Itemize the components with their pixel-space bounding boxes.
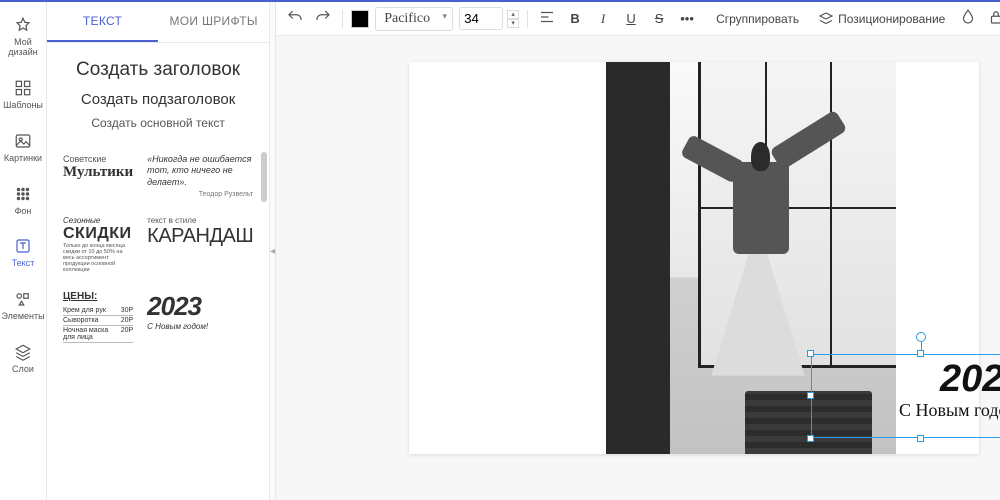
canvas-area: Pacifico ▴ ▾ B I U S ••• Сгруппировать П… bbox=[276, 2, 1000, 500]
preset-main: Карандаш bbox=[147, 225, 253, 248]
photo-figure bbox=[693, 133, 826, 376]
rail-label: Картинки bbox=[4, 154, 42, 164]
rail-layers[interactable]: Слои bbox=[0, 335, 46, 382]
create-body[interactable]: Создать основной текст bbox=[61, 116, 255, 130]
rail-my-design[interactable]: Мой дизайн bbox=[0, 8, 46, 65]
panel-body: Создать заголовок Создать подзаголовок С… bbox=[47, 43, 269, 500]
collapse-panel-button[interactable]: ◂ bbox=[270, 246, 275, 257]
layers-icon bbox=[13, 342, 33, 362]
font-size-input[interactable] bbox=[459, 7, 503, 30]
text-color-swatch[interactable] bbox=[351, 10, 369, 28]
preset-top: текст в стиле bbox=[147, 216, 253, 225]
separator bbox=[342, 10, 343, 28]
rail-label: Мой дизайн bbox=[2, 38, 44, 58]
left-rail: Мой дизайн Шаблоны Картинки Фон Текст Эл… bbox=[0, 2, 47, 500]
preset-quote[interactable]: «Никогда не ошибается тот, кто ничего не… bbox=[145, 152, 255, 200]
rail-label: Элементы bbox=[1, 312, 44, 322]
price-row: Крем для рук30Р bbox=[63, 306, 133, 316]
resize-handle-tl[interactable] bbox=[807, 350, 814, 357]
undo-button[interactable] bbox=[284, 8, 306, 29]
canvas-text-year: 2023 bbox=[817, 360, 1000, 398]
bold-button[interactable]: B bbox=[564, 11, 586, 26]
preset-main: СКИДКИ bbox=[63, 225, 133, 243]
preset-quote-text: «Никогда не ошибается тот, кто ничего не… bbox=[147, 154, 253, 188]
artboard[interactable]: 2023 С Новым годом! bbox=[409, 62, 979, 454]
resize-handle-bm[interactable] bbox=[917, 435, 924, 442]
opacity-button[interactable] bbox=[957, 8, 979, 29]
preset-quote-author: Теодор Рузвельт bbox=[147, 191, 253, 198]
lock-button[interactable] bbox=[985, 8, 1000, 29]
preset-greeting: С Новым годом! bbox=[147, 322, 253, 331]
resize-handle-ml[interactable] bbox=[807, 392, 814, 399]
layers-icon bbox=[817, 10, 835, 28]
panel-tabs: ТЕКСТ МОИ ШРИФТЫ bbox=[47, 2, 269, 43]
rail-elements[interactable]: Элементы bbox=[0, 282, 46, 329]
underline-button[interactable]: U bbox=[620, 11, 642, 26]
resize-handle-bl[interactable] bbox=[807, 435, 814, 442]
position-button[interactable]: Позиционирование bbox=[811, 6, 951, 32]
templates-icon bbox=[13, 78, 33, 98]
tab-text[interactable]: ТЕКСТ bbox=[47, 2, 158, 42]
preset-prices[interactable]: ЦЕНЫ: Крем для рук30Р Сыворотка20Р Ночна… bbox=[61, 289, 135, 345]
strikethrough-button[interactable]: S bbox=[648, 11, 670, 26]
rail-images[interactable]: Картинки bbox=[0, 124, 46, 171]
group-button[interactable]: Сгруппировать bbox=[710, 8, 805, 30]
align-button[interactable] bbox=[536, 8, 558, 29]
separator bbox=[527, 10, 528, 28]
preset-top: Советские bbox=[63, 154, 133, 164]
selected-text-content[interactable]: 2023 С Новым годом! bbox=[817, 360, 1000, 432]
panel-scrollbar[interactable] bbox=[261, 152, 267, 202]
preset-main: Мультики bbox=[63, 164, 133, 181]
preset-prices-header: ЦЕНЫ: bbox=[63, 291, 133, 302]
canvas-text-greeting: С Новым годом! bbox=[817, 400, 1000, 421]
price-row: Сыворотка20Р bbox=[63, 316, 133, 326]
selected-text-group[interactable]: 2023 С Новым годом! bbox=[811, 354, 1000, 438]
rail-label: Слои bbox=[12, 365, 34, 375]
side-panel: ТЕКСТ МОИ ШРИФТЫ Создать заголовок Созда… bbox=[47, 2, 270, 500]
create-heading[interactable]: Создать заголовок bbox=[61, 59, 255, 81]
star-icon bbox=[13, 15, 33, 35]
stage[interactable]: 2023 С Новым годом! bbox=[276, 36, 1000, 500]
app-root: Мой дизайн Шаблоны Картинки Фон Текст Эл… bbox=[0, 0, 1000, 500]
size-up[interactable]: ▴ bbox=[507, 10, 519, 19]
canvas-toolbar: Pacifico ▴ ▾ B I U S ••• Сгруппировать П… bbox=[276, 2, 1000, 36]
create-subheading[interactable]: Создать подзаголовок bbox=[61, 91, 255, 108]
preset-sov-multiki[interactable]: Советские Мультики bbox=[61, 152, 135, 200]
preset-skidki[interactable]: Сезонные СКИДКИ Только до конца месяца с… bbox=[61, 214, 135, 275]
preset-2023[interactable]: 2023 С Новым годом! bbox=[145, 289, 255, 345]
preset-caption: Только до конца месяца скидки от 10 до 5… bbox=[63, 243, 133, 273]
rail-background[interactable]: Фон bbox=[0, 177, 46, 224]
rail-label: Фон bbox=[15, 207, 32, 217]
text-icon bbox=[13, 236, 33, 256]
resize-handle-tm[interactable] bbox=[917, 350, 924, 357]
background-icon bbox=[13, 184, 33, 204]
preset-year: 2023 bbox=[147, 291, 253, 322]
more-text-button[interactable]: ••• bbox=[676, 11, 698, 26]
rotate-handle[interactable] bbox=[916, 332, 926, 342]
rail-text[interactable]: Текст bbox=[0, 229, 46, 276]
italic-button[interactable]: I bbox=[592, 11, 614, 27]
image-icon bbox=[13, 131, 33, 151]
preset-top: Сезонные bbox=[63, 216, 133, 225]
price-row: Ночная маска для лица20Р bbox=[63, 326, 133, 343]
font-size-stepper: ▴ ▾ bbox=[507, 10, 519, 28]
rail-templates[interactable]: Шаблоны bbox=[0, 71, 46, 118]
redo-button[interactable] bbox=[312, 8, 334, 29]
size-down[interactable]: ▾ bbox=[507, 19, 519, 28]
elements-icon bbox=[13, 289, 33, 309]
tab-my-fonts[interactable]: МОИ ШРИФТЫ bbox=[158, 2, 269, 42]
rail-label: Текст bbox=[12, 259, 35, 269]
font-select[interactable]: Pacifico bbox=[375, 7, 453, 31]
rail-label: Шаблоны bbox=[3, 101, 43, 111]
preset-karandash[interactable]: текст в стиле Карандаш bbox=[145, 214, 255, 275]
position-label: Позиционирование bbox=[838, 12, 945, 26]
text-presets: Советские Мультики «Никогда не ошибается… bbox=[61, 152, 255, 345]
